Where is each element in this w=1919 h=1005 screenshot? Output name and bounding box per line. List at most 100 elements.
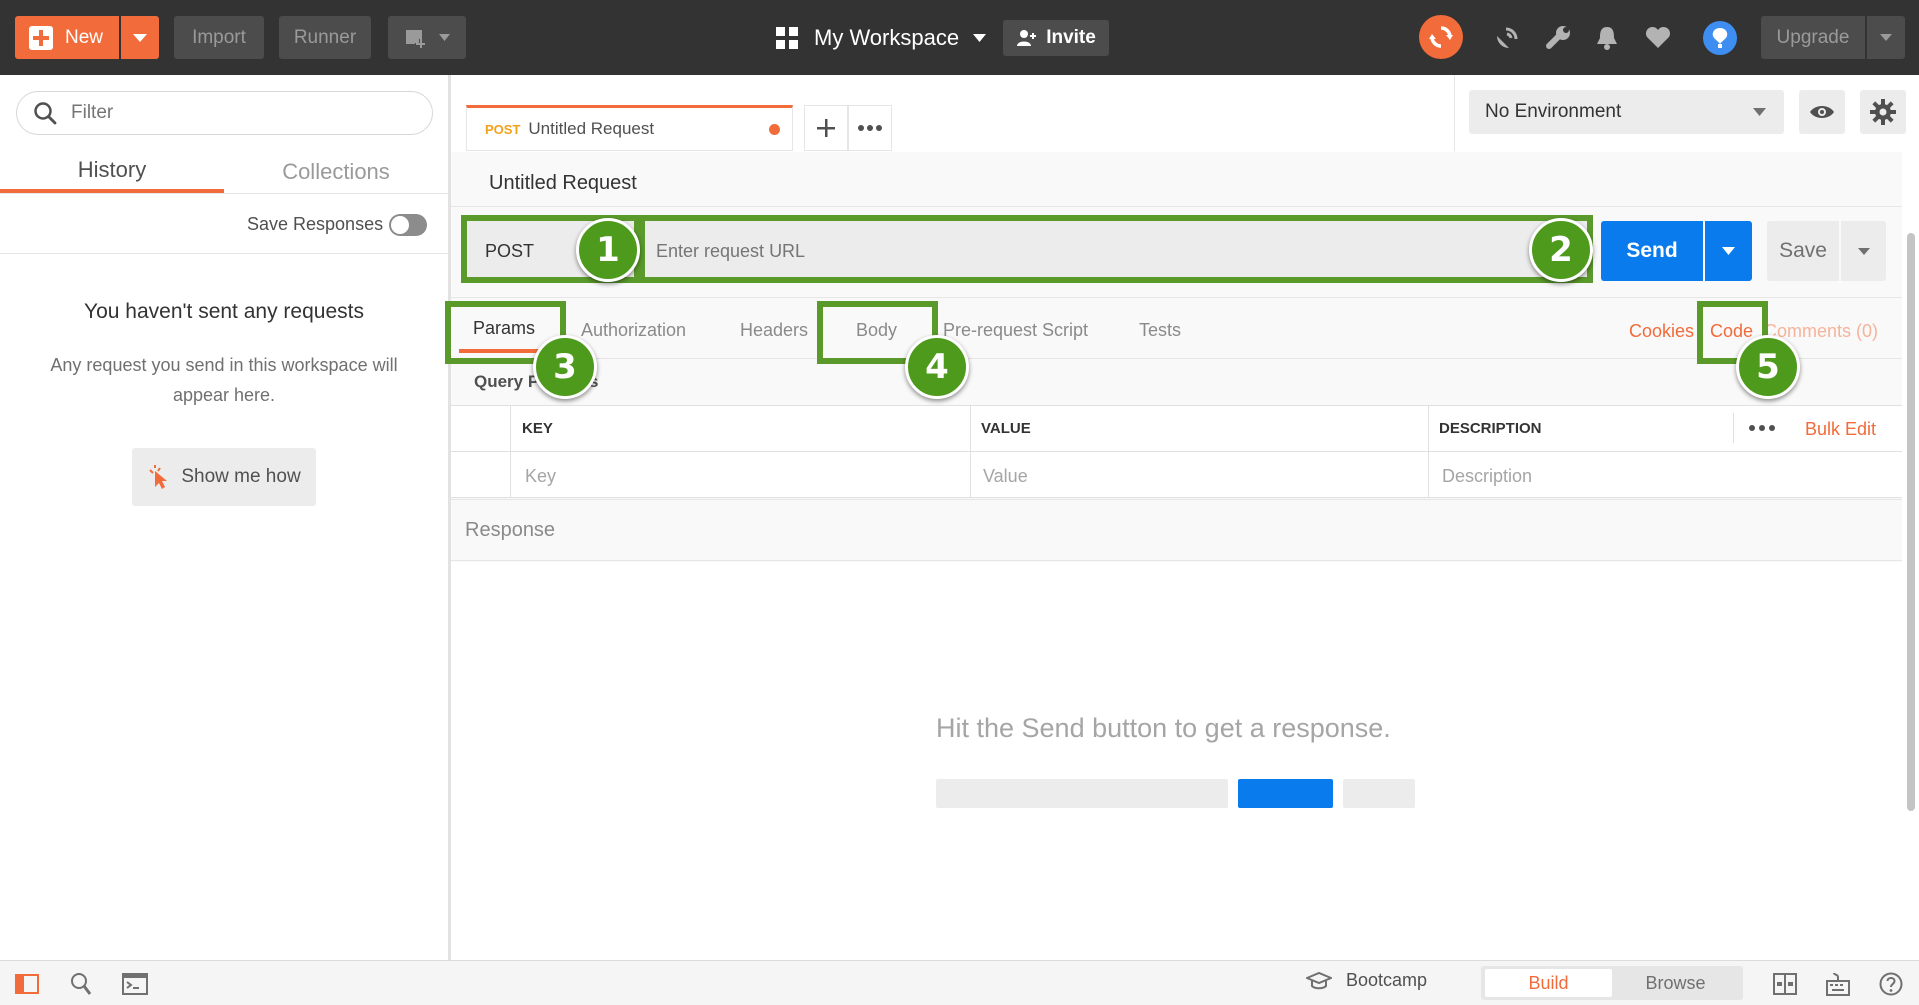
new-dropdown-button[interactable] bbox=[121, 16, 159, 59]
build-label: Build bbox=[1528, 972, 1569, 993]
tab-collections[interactable]: Collections bbox=[224, 151, 448, 193]
two-pane-view-icon[interactable] bbox=[1773, 973, 1797, 995]
response-title: Response bbox=[465, 519, 556, 541]
tab-params-label: Params bbox=[472, 317, 535, 338]
avatar[interactable] bbox=[1703, 21, 1737, 55]
bootcamp-button[interactable]: Bootcamp bbox=[1306, 970, 1427, 991]
new-window-button[interactable] bbox=[388, 16, 466, 59]
import-button[interactable]: Import bbox=[174, 16, 264, 59]
send-button[interactable]: Send bbox=[1601, 221, 1703, 281]
method-label: POST bbox=[485, 240, 535, 261]
manage-environments-button[interactable] bbox=[1860, 90, 1906, 134]
balloon-icon bbox=[1710, 27, 1730, 49]
param-value-input[interactable]: Value bbox=[983, 466, 1028, 487]
pointer-click-icon bbox=[147, 465, 169, 489]
tab-options-button[interactable] bbox=[848, 105, 892, 151]
empty-state-text-1: Any request you send in this workspace w… bbox=[50, 355, 398, 375]
param-description-input[interactable]: Description bbox=[1442, 466, 1532, 487]
environment-selected-label: No Environment bbox=[1485, 101, 1622, 122]
grid-icon bbox=[776, 27, 798, 49]
runner-button[interactable]: Runner bbox=[279, 16, 371, 59]
bulk-edit-link[interactable]: Bulk Edit bbox=[1805, 419, 1876, 440]
filter-input[interactable] bbox=[71, 102, 391, 124]
tab-tests[interactable]: Tests bbox=[1139, 320, 1181, 341]
params-table-row-divider bbox=[451, 451, 1902, 452]
response-body bbox=[451, 562, 1902, 960]
filter-box[interactable] bbox=[16, 91, 433, 135]
caret-down-icon bbox=[133, 33, 147, 42]
new-window-icon bbox=[405, 27, 431, 49]
query-params-title-a: Query P bbox=[474, 372, 540, 391]
invite-label: Invite bbox=[1046, 27, 1096, 48]
keyboard-shortcuts-icon[interactable] bbox=[1826, 972, 1850, 996]
cookies-link[interactable]: Cookies bbox=[1629, 321, 1694, 342]
bootcamp-label: Bootcamp bbox=[1346, 970, 1428, 990]
upgrade-button[interactable]: Upgrade bbox=[1761, 16, 1865, 59]
show-me-how-label: Show me how bbox=[181, 466, 301, 487]
top-bar: New Import Runner My Workspace Invite Up… bbox=[0, 0, 1919, 75]
more-horizontal-icon bbox=[858, 125, 882, 131]
save-dropdown-button[interactable] bbox=[1841, 221, 1886, 281]
tab-pre-request-script[interactable]: Pre-request Script bbox=[943, 320, 1088, 341]
tab-authorization[interactable]: Authorization bbox=[581, 320, 686, 341]
caret-down-icon bbox=[973, 34, 987, 42]
find-icon[interactable] bbox=[70, 972, 92, 996]
tab-history[interactable]: History bbox=[0, 151, 224, 193]
wrench-icon[interactable] bbox=[1546, 25, 1572, 51]
caret-down-icon bbox=[1753, 108, 1766, 116]
save-label: Save bbox=[1779, 239, 1827, 262]
new-tab-button[interactable] bbox=[804, 105, 848, 151]
unsaved-dot bbox=[769, 124, 780, 135]
plus-icon bbox=[816, 118, 836, 138]
heart-icon[interactable] bbox=[1645, 26, 1671, 49]
upgrade-dropdown-button[interactable] bbox=[1867, 16, 1905, 59]
graduation-cap-icon bbox=[1306, 971, 1332, 991]
send-label: Send bbox=[1626, 239, 1678, 262]
main-scrollbar[interactable] bbox=[1907, 155, 1915, 955]
param-key-input[interactable]: Key bbox=[525, 466, 556, 487]
toggle-sidebar-icon[interactable] bbox=[15, 974, 39, 994]
url-input-box[interactable] bbox=[642, 221, 1588, 281]
save-button[interactable]: Save bbox=[1767, 221, 1839, 281]
empty-state-text-2: appear here. bbox=[172, 385, 276, 405]
send-dropdown-button[interactable] bbox=[1705, 221, 1752, 281]
environment-select[interactable]: No Environment bbox=[1469, 90, 1784, 134]
annotation-badge-4: 4 bbox=[905, 335, 969, 399]
build-mode-button[interactable]: Build bbox=[1485, 969, 1612, 997]
caret-down-icon bbox=[1880, 34, 1892, 41]
invite-button[interactable]: Invite bbox=[1003, 20, 1109, 56]
request-title-divider bbox=[451, 206, 1902, 207]
tab-collections-label: Collections bbox=[282, 159, 390, 184]
tab-divider bbox=[0, 193, 448, 194]
bell-icon[interactable] bbox=[1596, 25, 1618, 51]
save-responses-toggle[interactable] bbox=[389, 214, 427, 236]
console-icon[interactable] bbox=[122, 973, 148, 995]
environment-quick-look-button[interactable] bbox=[1799, 90, 1845, 134]
help-icon[interactable] bbox=[1879, 972, 1903, 996]
params-col-divider-4 bbox=[1733, 413, 1734, 443]
placeholder-bar-small bbox=[1343, 779, 1415, 808]
more-horizontal-icon[interactable] bbox=[1749, 425, 1775, 431]
response-header bbox=[451, 499, 1902, 561]
browse-mode-button[interactable]: Browse bbox=[1612, 969, 1739, 997]
workspace-name: My Workspace bbox=[814, 25, 960, 50]
new-button[interactable]: New bbox=[15, 16, 119, 59]
column-header-description: DESCRIPTION bbox=[1439, 420, 1542, 437]
code-link[interactable]: Code bbox=[1710, 321, 1753, 342]
tab-params[interactable]: Params bbox=[459, 307, 549, 353]
caret-down-icon bbox=[1857, 247, 1870, 255]
workspace-switcher[interactable]: My Workspace bbox=[776, 20, 987, 56]
show-me-how-button[interactable]: Show me how bbox=[132, 448, 316, 506]
plus-box-icon bbox=[29, 25, 53, 50]
add-user-icon bbox=[1016, 28, 1037, 48]
tab-headers[interactable]: Headers bbox=[740, 320, 808, 341]
satellite-icon[interactable] bbox=[1494, 25, 1520, 51]
column-header-key: KEY bbox=[522, 420, 553, 437]
annotation-badge-5: 5 bbox=[1736, 335, 1800, 399]
tab-untitled-request[interactable]: POST Untitled Request bbox=[466, 105, 793, 151]
tab-body[interactable]: Body bbox=[856, 320, 897, 341]
search-icon bbox=[33, 101, 57, 125]
request-tabs-divider bbox=[451, 297, 1902, 298]
sync-status-button[interactable] bbox=[1419, 15, 1463, 59]
url-input[interactable] bbox=[656, 240, 1456, 262]
